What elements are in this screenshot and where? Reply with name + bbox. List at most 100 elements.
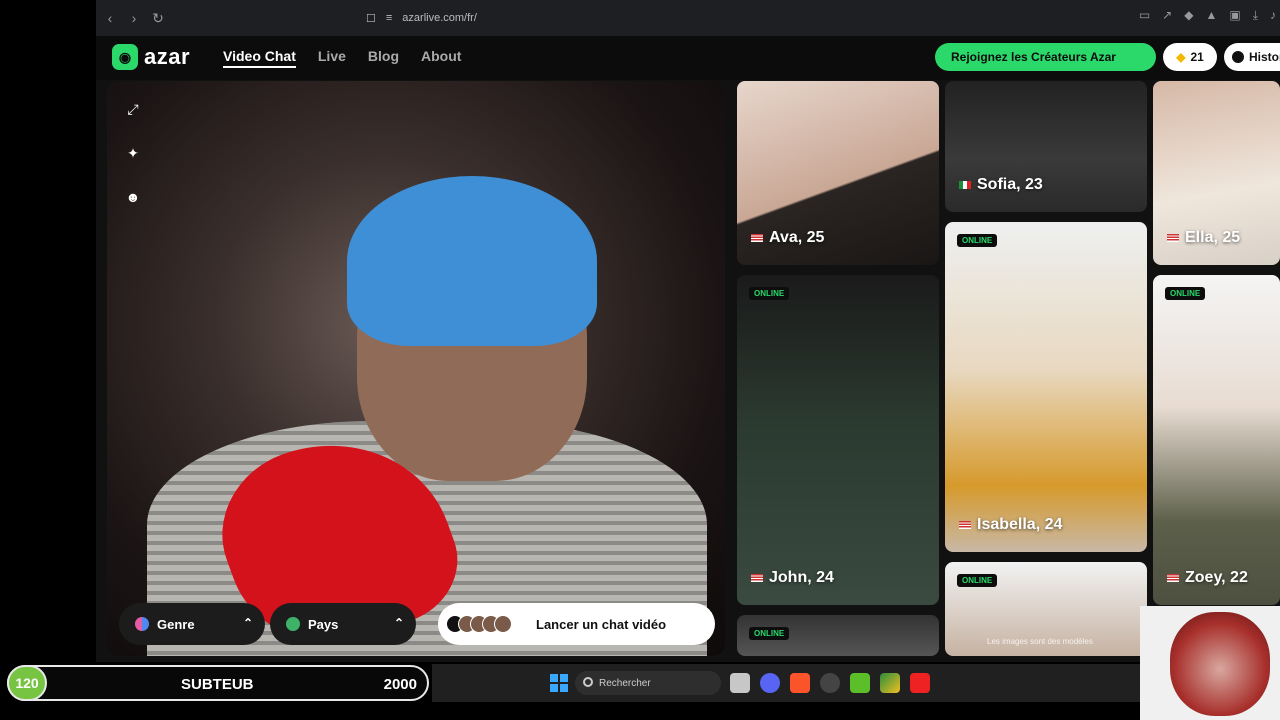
nav-video-chat[interactable]: Video Chat xyxy=(223,48,296,68)
card-name-text: Zoey, 22 xyxy=(1185,569,1248,586)
card-name-text: Sofia, 23 xyxy=(977,176,1043,193)
profile-card-sofia[interactable]: Sofia, 23 xyxy=(945,81,1147,212)
bookmark-icon[interactable]: ☐ xyxy=(366,12,376,25)
address-bar[interactable]: ☐ ≡ azarlive.com/fr/ xyxy=(366,8,477,28)
us-flag-icon xyxy=(1167,234,1179,242)
gender-icon xyxy=(135,617,149,631)
obs-icon[interactable] xyxy=(820,673,840,693)
profile-card-zoey[interactable]: ONLINE Zoey, 22 xyxy=(1153,275,1280,605)
online-badge: ONLINE xyxy=(957,574,998,587)
video-tools: ⤢ ✦ ☻ xyxy=(124,100,142,206)
us-flag-icon xyxy=(1167,574,1179,582)
gem-icon: ◆ xyxy=(1176,50,1186,64)
minecraft-icon[interactable] xyxy=(850,673,870,693)
browser-toolbar: ‹ › ↻ ☐ ≡ azarlive.com/fr/ ▭ ↗ ◆ ▲ ▣ ⤓ ♪ xyxy=(96,0,1280,36)
sparkle-effects-icon[interactable]: ✦ xyxy=(124,144,142,162)
video-person-hat xyxy=(347,176,597,346)
azar-logo[interactable]: ◉ azar xyxy=(112,44,190,70)
history-button[interactable]: Histor xyxy=(1224,43,1280,71)
history-label: Histor xyxy=(1249,50,1280,64)
card-name: Isabella, 24 xyxy=(959,516,1062,534)
card-name: Sofia, 23 xyxy=(959,176,1043,194)
sub-goal-label: SUBTEUB xyxy=(181,676,254,693)
country-filter[interactable]: Pays ⌃ xyxy=(270,603,416,645)
launch-chat-button[interactable]: Lancer un chat vidéo xyxy=(438,603,715,645)
card-name: Ava, 25 xyxy=(751,229,824,247)
profile-card-ava[interactable]: Ava, 25 xyxy=(737,81,939,265)
clock-icon xyxy=(1232,51,1244,63)
streamer-face xyxy=(1170,612,1270,716)
gems-counter[interactable]: ◆ 21 xyxy=(1163,43,1217,71)
card-name-text: Ella, 25 xyxy=(1185,229,1241,246)
launch-chat-label: Lancer un chat vidéo xyxy=(536,616,667,632)
us-flag-icon xyxy=(751,574,763,582)
url-text: azarlive.com/fr/ xyxy=(402,12,477,24)
card-name-text: Ava, 25 xyxy=(769,229,825,246)
online-badge: ONLINE xyxy=(749,287,790,300)
us-flag-icon xyxy=(751,234,763,242)
taskbar-search[interactable]: Rechercher xyxy=(575,671,721,695)
nav-live[interactable]: Live xyxy=(318,48,346,68)
nav-blog[interactable]: Blog xyxy=(368,48,399,68)
profile-card-partial[interactable]: ONLINE xyxy=(737,615,939,656)
globe-icon xyxy=(286,617,300,631)
profile-card-isabella[interactable]: ONLINE Isabella, 24 xyxy=(945,222,1147,552)
main-nav: Video Chat Live Blog About xyxy=(223,48,461,68)
music-icon[interactable]: ♪ xyxy=(1270,8,1276,23)
extension-icon[interactable]: ▲ xyxy=(1205,8,1217,23)
game-launcher-icon[interactable] xyxy=(880,673,900,693)
chevron-up-icon: ⌃ xyxy=(393,616,404,630)
windows-taskbar: Rechercher xyxy=(432,664,1140,702)
share-icon[interactable]: ↗ xyxy=(1162,8,1172,23)
left-black-margin xyxy=(0,0,96,720)
youtube-icon[interactable] xyxy=(910,673,930,693)
back-icon[interactable]: ‹ xyxy=(100,8,120,28)
brave-browser-icon[interactable] xyxy=(790,673,810,693)
logo-text: azar xyxy=(144,44,191,69)
profile-card-partial[interactable]: ONLINE Les images sont des modèles xyxy=(945,562,1147,656)
forward-icon[interactable]: › xyxy=(124,8,144,28)
windows-start-icon[interactable] xyxy=(550,674,568,692)
taskbar-search-placeholder: Rechercher xyxy=(599,677,651,689)
join-creators-button[interactable]: Rejoignez les Créateurs Azar xyxy=(935,43,1156,71)
azar-logo-icon: ◉ xyxy=(112,44,138,70)
profile-card-john[interactable]: ONLINE John, 24 xyxy=(737,275,939,605)
face-filter-icon[interactable]: ☻ xyxy=(124,188,142,206)
local-video-preview: ⤢ ✦ ☻ Genre ⌃ Pays ⌃ Lancer un chat vidé… xyxy=(107,81,725,656)
sub-counter: 120 xyxy=(7,665,47,701)
streamer-webcam xyxy=(1140,606,1280,720)
cast-icon[interactable]: ▭ xyxy=(1139,8,1150,23)
card-name-text: Isabella, 24 xyxy=(977,516,1063,533)
sub-goal-overlay: 120 SUBTEUB 2000 xyxy=(7,665,429,701)
sidebar-icon[interactable]: ▣ xyxy=(1229,8,1240,23)
chevron-up-icon: ⌃ xyxy=(242,616,253,630)
search-icon xyxy=(583,677,593,687)
shield-icon[interactable]: ◆ xyxy=(1184,8,1193,23)
card-name: John, 24 xyxy=(751,569,834,587)
it-flag-icon xyxy=(959,181,971,189)
profile-card-ella[interactable]: Ella, 25 xyxy=(1153,81,1280,265)
us-flag-icon xyxy=(959,521,971,529)
nav-about[interactable]: About xyxy=(421,48,461,68)
expand-icon[interactable]: ⤢ xyxy=(124,100,142,118)
site-info-icon[interactable]: ≡ xyxy=(386,12,392,24)
gender-filter-label: Genre xyxy=(157,616,195,632)
online-badge: ONLINE xyxy=(1165,287,1206,300)
card-name: Zoey, 22 xyxy=(1167,569,1248,587)
online-badge: ONLINE xyxy=(957,234,998,247)
cta-label: Rejoignez les Créateurs Azar xyxy=(951,50,1116,64)
sub-goal-target: 2000 xyxy=(383,676,417,693)
card-name-text: John, 24 xyxy=(769,569,834,586)
discord-icon[interactable] xyxy=(760,673,780,693)
gems-count: 21 xyxy=(1190,50,1204,64)
card-name: Ella, 25 xyxy=(1167,229,1240,247)
model-disclaimer: Les images sont des modèles xyxy=(987,637,1093,646)
browser-extensions: ▭ ↗ ◆ ▲ ▣ ⤓ ♪ xyxy=(1139,8,1276,23)
online-badge: ONLINE xyxy=(749,627,790,640)
file-explorer-icon[interactable] xyxy=(730,673,750,693)
download-icon[interactable]: ⤓ xyxy=(1253,8,1258,23)
avatar xyxy=(494,615,512,633)
gender-filter[interactable]: Genre ⌃ xyxy=(119,603,265,645)
reload-icon[interactable]: ↻ xyxy=(148,8,168,28)
avatar-stack xyxy=(446,615,512,633)
